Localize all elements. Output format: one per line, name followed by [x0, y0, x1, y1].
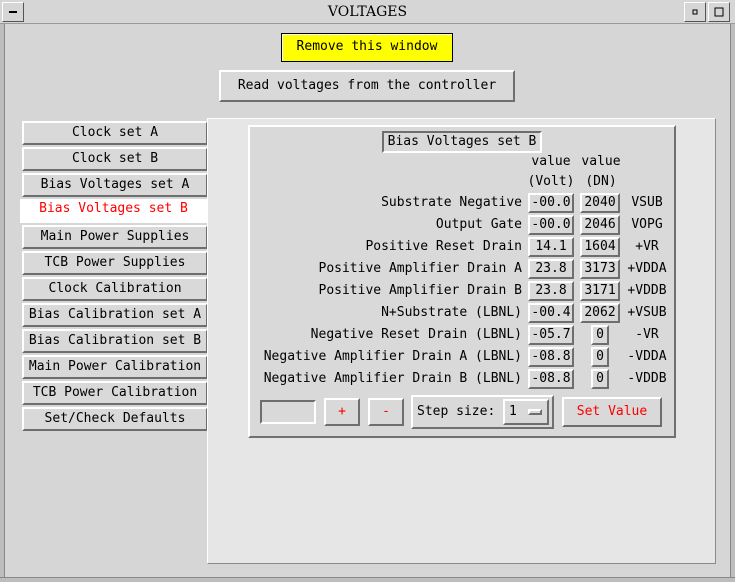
chevron-down-icon[interactable]: [528, 409, 542, 415]
signal-name: -VR: [635, 327, 659, 342]
close-icon: [714, 7, 724, 17]
window-frame-left[interactable]: [0, 24, 5, 582]
dn-column-unit: (DN): [585, 174, 617, 189]
dn-value-field[interactable]: 0: [591, 325, 609, 345]
sidebar-item-bias-calibration-a[interactable]: Bias Calibration set A: [22, 303, 208, 327]
sidebar-item-main-power-calibration[interactable]: Main Power Calibration: [22, 355, 208, 379]
signal-name: VOPG: [631, 217, 663, 232]
sidebar-item-tcb-power-calibration[interactable]: TCB Power Calibration: [22, 381, 208, 405]
volt-value-field[interactable]: 23.8: [528, 281, 574, 301]
row-label: Substrate Negative: [381, 195, 522, 210]
row-label: Positive Reset Drain: [365, 239, 522, 254]
sidebar-item-set-check-defaults[interactable]: Set/Check Defaults: [22, 407, 208, 431]
increment-button[interactable]: +: [324, 398, 360, 426]
sidebar-item-main-power-supplies[interactable]: Main Power Supplies: [22, 225, 208, 249]
volt-value-field[interactable]: -00.0: [528, 193, 574, 213]
set-value-button[interactable]: Set Value: [562, 397, 662, 427]
restore-icon: [692, 9, 698, 15]
row-label: Positive Amplifier Drain B: [318, 283, 523, 298]
signal-name: +VR: [635, 239, 659, 254]
dn-value-field[interactable]: 3171: [580, 281, 620, 301]
dn-value-field[interactable]: 2062: [580, 303, 620, 323]
signal-name: VSUB: [631, 195, 663, 210]
volt-value-field[interactable]: 14.1: [528, 237, 574, 257]
volt-value-field[interactable]: -00.4: [528, 303, 574, 323]
window-frame-bottom[interactable]: [0, 577, 735, 582]
row-label: Positive Amplifier Drain A: [318, 261, 523, 276]
value-entry-field[interactable]: [260, 400, 316, 424]
sidebar-item-clock-set-a[interactable]: Clock set A: [22, 121, 208, 145]
step-size-label: Step size:: [417, 404, 496, 419]
row-label: Negative Amplifier Drain A (LBNL): [263, 349, 522, 364]
sidebar-item-clock-set-b[interactable]: Clock set B: [22, 147, 208, 171]
dn-value-field[interactable]: 2046: [580, 215, 620, 235]
row-label: N+Substrate (LBNL): [381, 305, 522, 320]
signal-name: +VDDB: [627, 283, 667, 298]
minimize-button[interactable]: [684, 2, 706, 22]
volt-value-field[interactable]: -08.8: [528, 369, 574, 389]
volt-column-header: value: [531, 154, 571, 169]
window-title: VOLTAGES: [327, 4, 408, 20]
sidebar-item-bias-calibration-b[interactable]: Bias Calibration set B: [22, 329, 208, 353]
sidebar-item-bias-voltages-b[interactable]: Bias Voltages set B: [20, 199, 208, 223]
sidebar-item-tcb-power-supplies[interactable]: TCB Power Supplies: [22, 251, 208, 275]
sidebar-item-bias-voltages-a[interactable]: Bias Voltages set A: [22, 173, 208, 197]
volt-value-field[interactable]: -08.8: [528, 347, 574, 367]
volt-column-unit: (Volt): [527, 174, 575, 189]
remove-window-button[interactable]: Remove this window: [281, 33, 453, 62]
row-label: Negative Amplifier Drain B (LBNL): [263, 371, 522, 386]
row-label: Negative Reset Drain (LBNL): [310, 327, 522, 342]
window-frame-right[interactable]: [730, 24, 735, 582]
read-voltages-button[interactable]: Read voltages from the controller: [219, 70, 515, 102]
volt-value-field[interactable]: -00.0: [528, 215, 574, 235]
dn-value-field[interactable]: 0: [591, 369, 609, 389]
signal-name: +VDDA: [627, 261, 667, 276]
decrement-button[interactable]: -: [368, 398, 404, 426]
dn-value-field[interactable]: 1604: [580, 237, 620, 257]
sidebar-item-clock-calibration[interactable]: Clock Calibration: [22, 277, 208, 301]
volt-value-field[interactable]: 23.8: [528, 259, 574, 279]
signal-name: -VDDB: [627, 371, 667, 386]
maximize-button[interactable]: [708, 2, 730, 22]
signal-name: +VSUB: [627, 305, 667, 320]
dn-column-header: value: [581, 154, 621, 169]
signal-name: -VDDA: [627, 349, 667, 364]
dn-value-field[interactable]: 0: [591, 347, 609, 367]
row-label: Output Gate: [435, 217, 522, 232]
dn-value-field[interactable]: 2040: [580, 193, 620, 213]
volt-value-field[interactable]: -05.7: [528, 325, 574, 345]
dn-value-field[interactable]: 3173: [580, 259, 620, 279]
panel-title: Bias Voltages set B: [382, 131, 542, 153]
step-size-value: 1: [509, 404, 517, 419]
